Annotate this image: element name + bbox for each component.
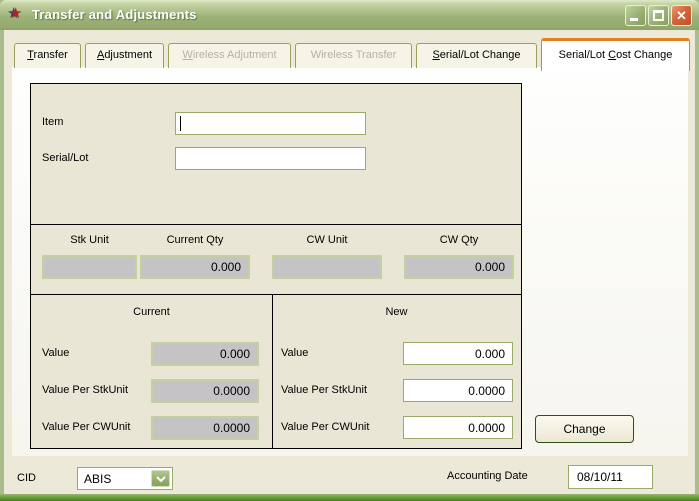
- cid-dropdown-button[interactable]: [151, 470, 170, 487]
- change-button[interactable]: Change: [535, 415, 634, 443]
- new-section-title: New: [272, 306, 521, 318]
- minimize-icon: [630, 18, 638, 21]
- window-bottom-edge: [0, 494, 699, 501]
- stk-unit-header: Stk Unit: [42, 234, 137, 246]
- maximize-icon: [653, 10, 664, 21]
- item-input[interactable]: [175, 112, 366, 135]
- close-icon: ✕: [672, 7, 691, 25]
- tab-transfer[interactable]: Transfer: [14, 43, 81, 68]
- window-title: Transfer and Adjustments: [32, 7, 197, 22]
- cid-value: ABIS: [84, 472, 111, 486]
- cid-dropdown[interactable]: ABIS: [77, 467, 173, 490]
- new-value-input[interactable]: [403, 342, 513, 365]
- cw-qty-header: CW Qty: [404, 234, 514, 246]
- maximize-button[interactable]: [648, 5, 669, 26]
- new-value-per-cwunit-input[interactable]: [403, 416, 513, 439]
- app-star-icon: ★: [9, 6, 22, 22]
- item-label: Item: [42, 116, 63, 128]
- section-divider: [31, 224, 521, 225]
- current-qty-field: 0.000: [140, 255, 250, 279]
- new-value-label: Value: [281, 347, 308, 359]
- cw-qty-field: 0.000: [404, 255, 514, 279]
- tab-serial-lot-change[interactable]: Serial/Lot Change: [416, 43, 537, 68]
- minimize-button[interactable]: [625, 5, 646, 26]
- new-value-per-stkunit-label: Value Per StkUnit: [281, 384, 367, 396]
- close-button[interactable]: ✕: [671, 5, 692, 26]
- current-value-per-stkunit-field: 0.0000: [151, 379, 259, 403]
- current-section-title: Current: [31, 306, 272, 318]
- new-value-per-cwunit-label: Value Per CWUnit: [281, 421, 369, 433]
- tab-serial-lot-cost-change[interactable]: Serial/Lot Cost Change: [541, 38, 690, 71]
- cw-unit-field: [272, 255, 382, 279]
- app-window: ★ Transfer and Adjustments ✕ Transfer Ad…: [0, 0, 699, 501]
- new-value-per-stkunit-input[interactable]: [403, 379, 513, 402]
- serial-lot-input[interactable]: [175, 147, 366, 170]
- text-caret: [180, 116, 181, 131]
- tab-wireless-transfer[interactable]: Wireless Transfer: [295, 43, 412, 68]
- form-panel: Item Serial/Lot Stk Unit Current Qty CW …: [30, 83, 522, 449]
- stk-unit-field: [42, 255, 137, 279]
- section-divider: [31, 294, 521, 295]
- accounting-date-label: Accounting Date: [447, 470, 528, 482]
- current-value-label: Value: [42, 347, 69, 359]
- cid-label: CID: [17, 472, 36, 484]
- current-value-per-cwunit-field: 0.0000: [151, 416, 259, 440]
- accounting-date-input[interactable]: [568, 465, 653, 489]
- tab-adjustment[interactable]: Adjustment: [85, 43, 164, 68]
- current-value-field: 0.000: [151, 342, 259, 366]
- title-bar: ★ Transfer and Adjustments ✕: [0, 0, 699, 30]
- current-qty-header: Current Qty: [140, 234, 250, 246]
- tab-wireless-adjutment[interactable]: Wireless Adjutment: [168, 43, 291, 68]
- window-controls: ✕: [625, 5, 692, 26]
- current-value-per-cwunit-label: Value Per CWUnit: [42, 421, 130, 433]
- serial-lot-label: Serial/Lot: [42, 152, 88, 164]
- cw-unit-header: CW Unit: [272, 234, 382, 246]
- current-value-per-stkunit-label: Value Per StkUnit: [42, 384, 128, 396]
- chevron-down-icon: [156, 476, 166, 483]
